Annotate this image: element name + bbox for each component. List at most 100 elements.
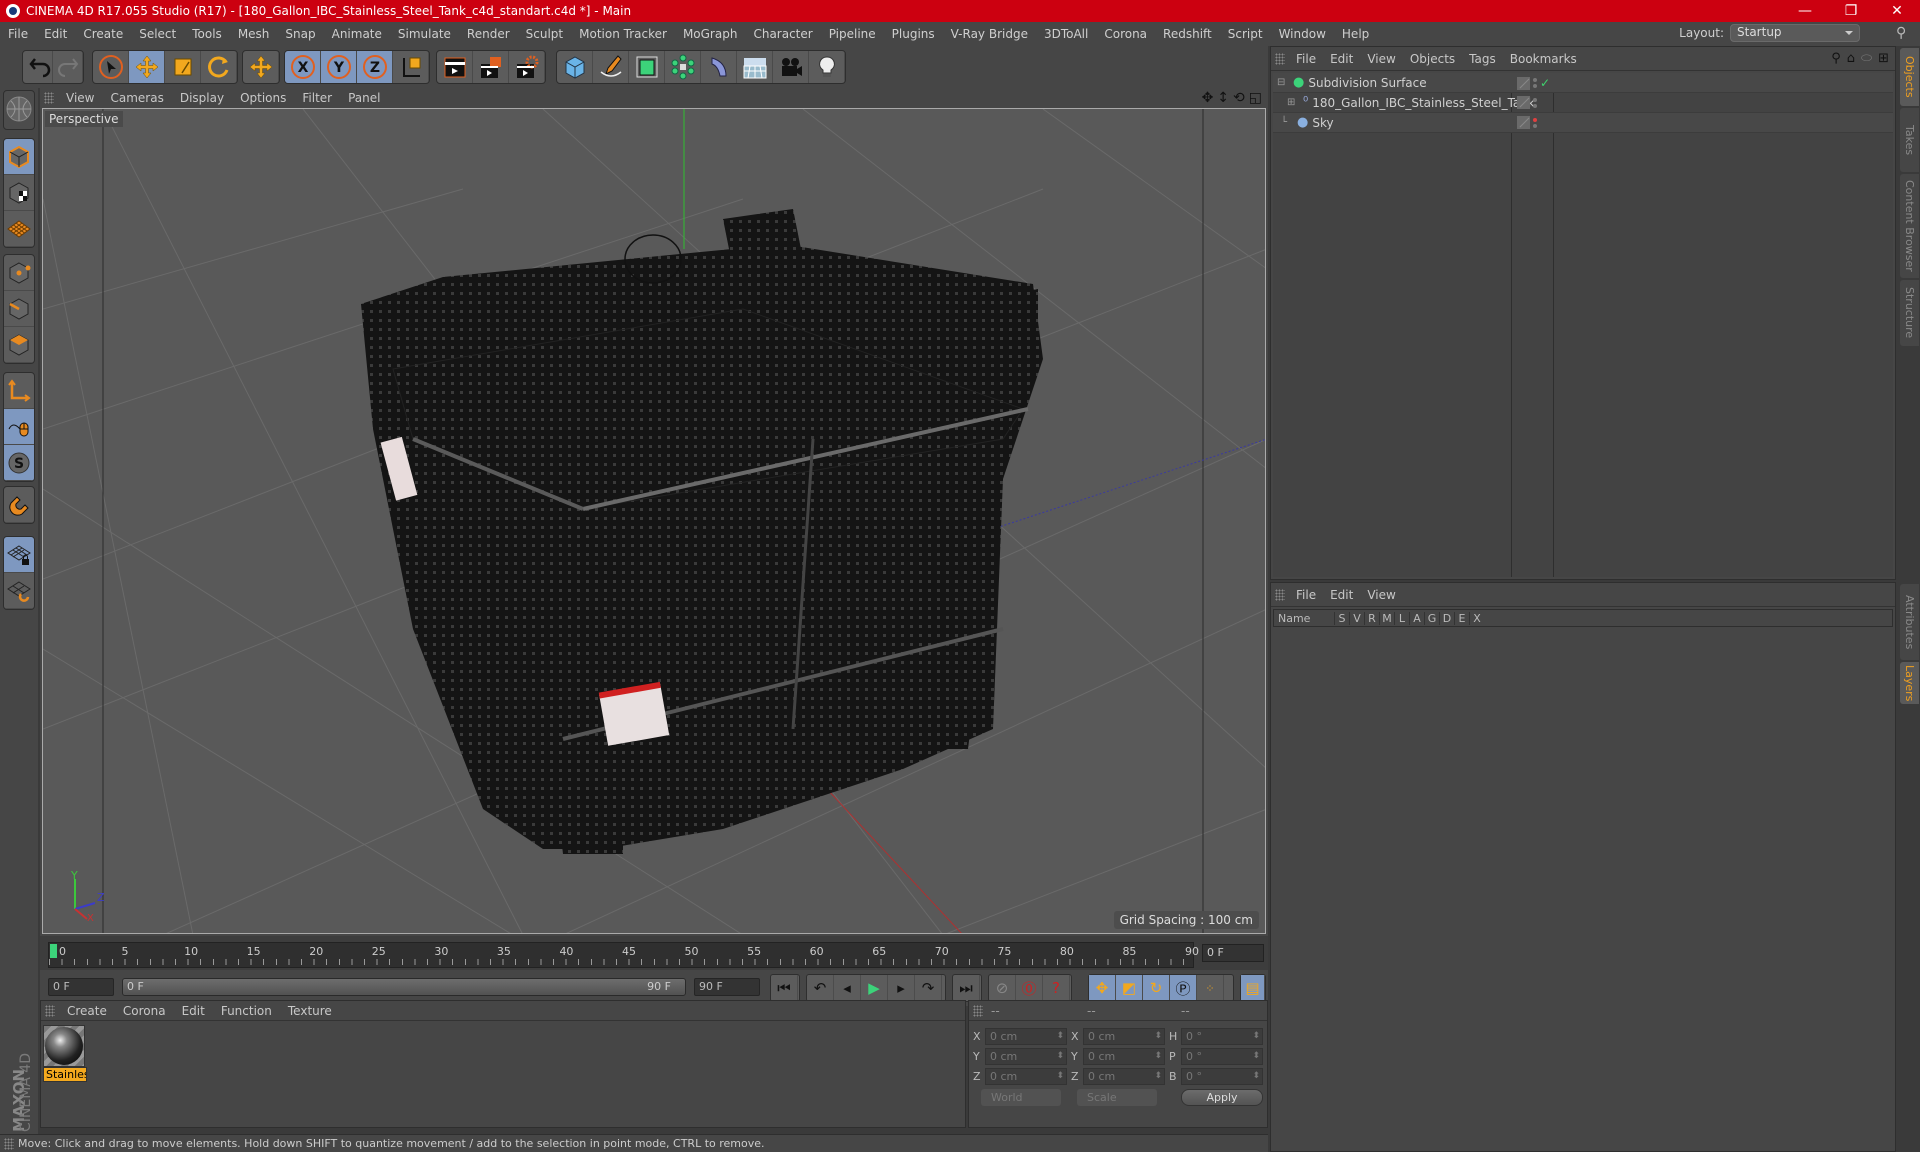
timeline-ruler[interactable]: 0 5 10 15 20 25 30 35 40 45 50 55 60 65 70 75 80 85 90: [48, 942, 1199, 968]
x-axis-icon[interactable]: X: [285, 51, 321, 83]
menu-sculpt[interactable]: Sculpt: [518, 27, 571, 41]
workplane-lock-icon[interactable]: [4, 537, 34, 573]
coordinate-field[interactable]: 0 °: [1181, 1027, 1263, 1045]
undo-icon[interactable]: [23, 51, 53, 83]
coordinate-mode-dropdown[interactable]: World: [981, 1089, 1061, 1106]
tweak-mode-icon[interactable]: [4, 409, 34, 445]
coordinate-field[interactable]: 0 cm: [985, 1027, 1067, 1045]
menu-window[interactable]: Window: [1271, 27, 1334, 41]
menu-create[interactable]: Create: [75, 27, 131, 41]
layer-column-g[interactable]: G: [1424, 611, 1439, 625]
viewport-menu-options[interactable]: Options: [232, 91, 294, 105]
panel-grip-icon[interactable]: [45, 1004, 55, 1017]
render-picture-viewer-icon[interactable]: [473, 51, 509, 83]
layer-icon[interactable]: [1517, 116, 1530, 129]
menu-help[interactable]: Help: [1334, 27, 1377, 41]
solo-icon[interactable]: S: [4, 445, 34, 481]
pan-icon[interactable]: ✥: [1202, 90, 1214, 106]
maximize-button[interactable]: ❐: [1828, 0, 1874, 22]
live-move-icon[interactable]: [243, 51, 279, 83]
object-menu-file[interactable]: File: [1289, 52, 1323, 66]
timeline-icon[interactable]: ▤: [1241, 975, 1265, 1001]
menu-script[interactable]: Script: [1220, 27, 1271, 41]
layer-column-a[interactable]: A: [1409, 611, 1424, 625]
menu-3dtoall[interactable]: 3DToAll: [1036, 27, 1096, 41]
menu-snap[interactable]: Snap: [277, 27, 323, 41]
object-row[interactable]: └ ● Sky: [1273, 113, 1893, 133]
search-icon[interactable]: ⚲: [1896, 25, 1912, 41]
layer-column-m[interactable]: M: [1379, 611, 1394, 625]
material-menu-texture[interactable]: Texture: [280, 1004, 340, 1018]
side-tab-layers[interactable]: Layers: [1900, 662, 1919, 704]
y-axis-icon[interactable]: Y: [321, 51, 357, 83]
panel-grip-icon[interactable]: [44, 92, 54, 104]
layer-column-r[interactable]: R: [1364, 611, 1379, 625]
mograph-cloner-icon[interactable]: [665, 51, 701, 83]
subdivision-icon[interactable]: [629, 51, 665, 83]
z-axis-icon[interactable]: Z: [357, 51, 393, 83]
menu-select[interactable]: Select: [131, 27, 184, 41]
key-parameter-icon[interactable]: Ⓟ: [1170, 975, 1197, 1001]
menu-plugins[interactable]: Plugins: [884, 27, 943, 41]
current-frame-field[interactable]: 0 F: [1202, 944, 1264, 962]
workplane-align-icon[interactable]: [4, 573, 34, 609]
menu-v-ray-bridge[interactable]: V-Ray Bridge: [943, 27, 1036, 41]
side-tab-content-browser[interactable]: Content Browser: [1900, 174, 1919, 278]
object-name[interactable]: Subdivision Surface: [1308, 76, 1426, 90]
motion-record-icon[interactable]: ⊘: [989, 975, 1016, 1001]
panel-grip-icon[interactable]: [4, 1137, 14, 1150]
playhead[interactable]: [50, 944, 57, 958]
viewport-menu-filter[interactable]: Filter: [294, 91, 340, 105]
layer-menu-view[interactable]: View: [1360, 588, 1402, 602]
home-icon[interactable]: ⌂: [1847, 51, 1855, 66]
new-view-icon[interactable]: ⊞: [1878, 51, 1889, 66]
menu-edit[interactable]: Edit: [36, 27, 75, 41]
layer-column-v[interactable]: V: [1349, 611, 1364, 625]
expand-toggle-icon[interactable]: ⊟: [1277, 77, 1289, 88]
snap-icon[interactable]: [4, 487, 34, 523]
menu-animate[interactable]: Animate: [324, 27, 390, 41]
side-tab-attributes[interactable]: Attributes: [1900, 584, 1919, 660]
panel-grip-icon[interactable]: [973, 1004, 983, 1017]
search-icon[interactable]: ⚲: [1831, 51, 1841, 66]
coordinate-system-icon[interactable]: [393, 51, 429, 83]
object-menu-view[interactable]: View: [1360, 52, 1402, 66]
layer-column-s[interactable]: S: [1334, 611, 1349, 625]
maximize-view-icon[interactable]: ◱: [1249, 90, 1262, 106]
menu-mesh[interactable]: Mesh: [230, 27, 278, 41]
minimize-button[interactable]: —: [1782, 0, 1828, 22]
coordinate-field[interactable]: 0 °: [1181, 1067, 1263, 1085]
layer-icon[interactable]: [1517, 76, 1530, 90]
select-icon[interactable]: [93, 51, 129, 83]
viewport-menu-cameras[interactable]: Cameras: [102, 91, 171, 105]
menu-render[interactable]: Render: [459, 27, 518, 41]
layer-column-d[interactable]: D: [1439, 611, 1454, 625]
object-menu-objects[interactable]: Objects: [1403, 52, 1462, 66]
menu-mograph[interactable]: MoGraph: [675, 27, 746, 41]
visibility-dots-icon[interactable]: [1533, 117, 1537, 128]
keyframe-selection-icon[interactable]: ?: [1043, 975, 1070, 1001]
material-menu-create[interactable]: Create: [59, 1004, 115, 1018]
texture-mode-icon[interactable]: [4, 175, 34, 211]
object-row[interactable]: ⊞ ⁰ 180_Gallon_IBC_Stainless_Steel_Tank: [1273, 93, 1893, 113]
view-navigation-icon[interactable]: [3, 90, 35, 130]
apply-button[interactable]: Apply: [1181, 1089, 1263, 1106]
render-settings-icon[interactable]: [509, 51, 545, 83]
layer-menu-file[interactable]: File: [1289, 588, 1323, 602]
close-button[interactable]: ✕: [1874, 0, 1920, 22]
menu-pipeline[interactable]: Pipeline: [821, 27, 884, 41]
visibility-dots-icon[interactable]: [1533, 97, 1537, 108]
object-name[interactable]: Sky: [1312, 116, 1333, 130]
go-to-end-icon[interactable]: ⏭: [953, 975, 980, 1001]
layer-column-name[interactable]: Name: [1274, 612, 1334, 625]
visibility-dots-icon[interactable]: [1533, 78, 1537, 88]
viewport-menu-display[interactable]: Display: [172, 91, 232, 105]
dolly-icon[interactable]: ↕: [1217, 90, 1229, 106]
workplane-mode-icon[interactable]: [4, 211, 34, 247]
edges-mode-icon[interactable]: [4, 291, 34, 327]
menu-simulate[interactable]: Simulate: [390, 27, 459, 41]
key-pla-icon[interactable]: ⁘: [1197, 975, 1224, 1001]
side-tab-objects[interactable]: Objects: [1900, 48, 1919, 106]
layout-dropdown[interactable]: Startup: [1730, 24, 1860, 42]
camera-icon[interactable]: [773, 51, 809, 83]
